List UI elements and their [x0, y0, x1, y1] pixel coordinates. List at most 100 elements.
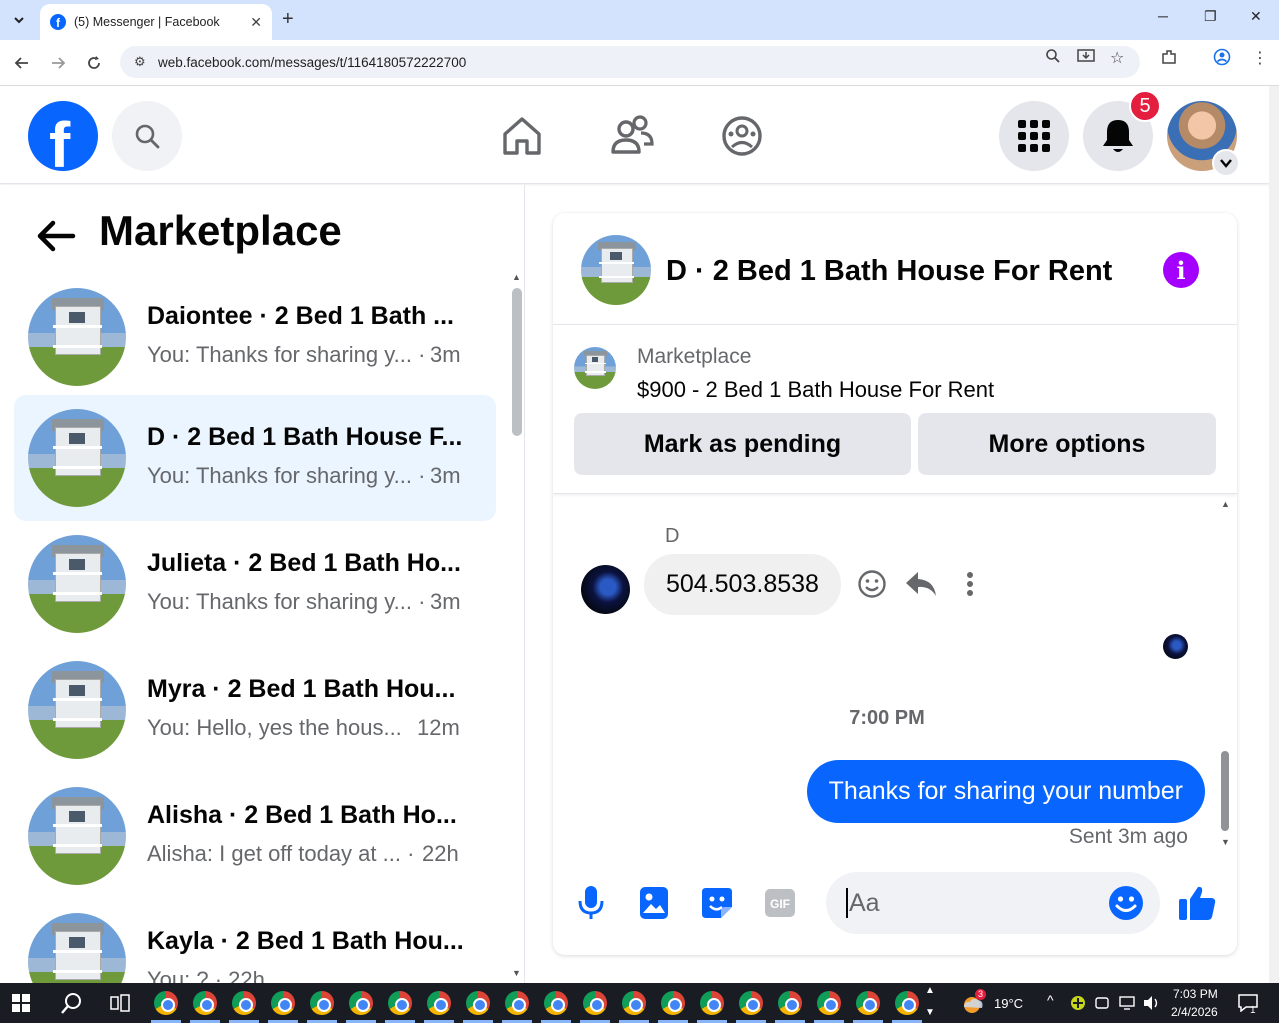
profile-icon[interactable] — [1213, 48, 1231, 71]
chrome-taskbar-icon[interactable] — [427, 991, 451, 1015]
scroll-up-arrow[interactable]: ▲ — [512, 272, 521, 282]
conversation-item[interactable]: D · 2 Bed 1 Bath House F... You: Thanks f… — [14, 395, 496, 521]
menu-button[interactable] — [999, 101, 1069, 171]
emoji-icon[interactable] — [1108, 885, 1144, 921]
browser-tab-messenger[interactable]: f (5) Messenger | Facebook ✕ — [40, 4, 272, 40]
chrome-taskbar-icon[interactable] — [856, 991, 880, 1015]
minimize-button[interactable]: ─ — [1158, 8, 1168, 24]
chrome-taskbar-icon[interactable] — [700, 991, 724, 1015]
bookmark-star-icon[interactable]: ☆ — [1110, 48, 1124, 68]
tab-close-icon[interactable]: ✕ — [250, 14, 262, 31]
chrome-taskbar-icon[interactable] — [895, 991, 919, 1015]
search-icon[interactable] — [61, 992, 83, 1014]
forward-button[interactable] — [47, 52, 69, 74]
voice-clip-button[interactable] — [571, 883, 611, 923]
restore-button[interactable]: ❐ — [1204, 8, 1217, 25]
temperature[interactable]: 19°C — [994, 996, 1023, 1011]
conversation-name: Julieta · 2 Bed 1 Bath Ho... — [147, 549, 461, 577]
chrome-taskbar-icon[interactable] — [154, 991, 178, 1015]
chrome-taskbar-icon[interactable] — [505, 991, 529, 1015]
chrome-taskbar-icon[interactable] — [232, 991, 256, 1015]
chat-avatar[interactable] — [581, 235, 651, 305]
chrome-taskbar-icon[interactable] — [193, 991, 217, 1015]
notification-badge: 5 — [1129, 90, 1161, 122]
more-options-button[interactable]: More options — [918, 413, 1216, 475]
chrome-taskbar-icon[interactable] — [661, 991, 685, 1015]
thread-scroll-down-arrow[interactable]: ▼ — [1221, 837, 1230, 847]
groups-nav-button[interactable] — [720, 114, 764, 158]
chrome-taskbar-icon[interactable] — [310, 991, 334, 1015]
windows-start-icon[interactable] — [12, 994, 30, 1012]
thread-scrollbar[interactable] — [1221, 751, 1229, 831]
volume-icon[interactable] — [1142, 994, 1160, 1012]
thread-scroll-up-arrow[interactable]: ▲ — [1221, 499, 1230, 509]
conversation-item[interactable]: Myra · 2 Bed 1 Bath Hou... You: Hello, ye… — [14, 647, 496, 773]
arrow-left-icon — [37, 220, 76, 252]
task-view-icon[interactable] — [110, 994, 130, 1012]
home-nav-button[interactable] — [500, 114, 544, 158]
tray-app-icon[interactable] — [1070, 995, 1086, 1011]
chrome-taskbar-icon[interactable] — [466, 991, 490, 1015]
close-window-button[interactable]: ✕ — [1250, 8, 1262, 25]
search-icon — [135, 124, 160, 149]
conversation-list-scrollbar[interactable] — [512, 288, 522, 436]
chrome-taskbar-icon[interactable] — [622, 991, 646, 1015]
page-scrollbar[interactable] — [1269, 86, 1279, 983]
back-arrow-button[interactable] — [36, 218, 76, 254]
outgoing-message-bubble[interactable]: Thanks for sharing your number — [806, 760, 1205, 823]
scroll-down-arrow[interactable]: ▼ — [512, 968, 521, 978]
search-button[interactable] — [112, 101, 182, 171]
friends-icon — [611, 115, 654, 154]
browser-menu-icon[interactable]: ⋮ — [1252, 48, 1268, 68]
listing-title[interactable]: $900 - 2 Bed 1 Bath House For Rent — [637, 377, 994, 403]
meet-now-icon[interactable] — [1095, 995, 1109, 1011]
chrome-taskbar-icon[interactable] — [544, 991, 568, 1015]
attach-photo-button[interactable] — [634, 883, 674, 923]
extensions-icon[interactable] — [1160, 48, 1178, 71]
chrome-taskbar-icon[interactable] — [349, 991, 373, 1015]
incoming-message-bubble[interactable]: 504.503.8538 — [644, 554, 841, 615]
message-more-button[interactable] — [953, 567, 987, 601]
sticker-icon — [702, 888, 732, 918]
friends-nav-button[interactable] — [610, 114, 654, 158]
mark-as-pending-button[interactable]: Mark as pending — [574, 413, 911, 475]
chat-title[interactable]: D · 2 Bed 1 Bath House For Rent — [666, 255, 1112, 288]
chrome-taskbar-icon[interactable] — [271, 991, 295, 1015]
taskbar-scroll-up-icon[interactable]: ▲ — [925, 985, 935, 996]
chat-header: D · 2 Bed 1 Bath House For Rent i — [553, 213, 1237, 325]
listing-thumbnail[interactable] — [574, 347, 616, 389]
back-button[interactable] — [11, 52, 33, 74]
zoom-icon[interactable] — [1045, 48, 1061, 69]
account-menu-button[interactable] — [1212, 149, 1240, 177]
gif-button[interactable]: GIF — [760, 883, 800, 923]
site-settings-icon[interactable]: ⚙ — [134, 54, 154, 70]
reload-button[interactable] — [83, 52, 105, 74]
chrome-taskbar-icon[interactable] — [388, 991, 412, 1015]
info-icon[interactable]: i — [1163, 252, 1199, 288]
clock-time[interactable]: 7:03 PM — [1173, 987, 1218, 1001]
sender-avatar[interactable] — [581, 565, 630, 614]
conversation-item[interactable]: Kayla · 2 Bed 1 Bath Hou... You: ? · 22h — [14, 899, 496, 983]
conversation-item[interactable]: Daiontee · 2 Bed 1 Bath ... You: Thanks f… — [14, 274, 496, 400]
react-button[interactable] — [855, 567, 889, 601]
address-bar[interactable]: ⚙ web.facebook.com/messages/t/1164180572… — [120, 46, 1140, 78]
sticker-button[interactable] — [697, 883, 737, 923]
new-tab-button[interactable]: + — [282, 8, 294, 30]
chrome-taskbar-icon[interactable] — [583, 991, 607, 1015]
install-app-icon[interactable] — [1077, 48, 1095, 69]
tab-search-button[interactable] — [6, 7, 32, 33]
reply-button[interactable] — [904, 567, 938, 601]
clock-date[interactable]: 2/4/2026 — [1171, 1005, 1218, 1019]
facebook-logo-icon[interactable]: f — [28, 101, 98, 171]
send-like-button[interactable] — [1177, 883, 1217, 923]
sender-name: D — [665, 525, 680, 547]
chrome-taskbar-icon[interactable] — [817, 991, 841, 1015]
taskbar-scroll-down-icon[interactable]: ▼ — [925, 1007, 935, 1018]
chrome-taskbar-icon[interactable] — [739, 991, 763, 1015]
conversation-item[interactable]: Alisha · 2 Bed 1 Bath Ho... Alisha: I get… — [14, 773, 496, 899]
chrome-taskbar-icon[interactable] — [778, 991, 802, 1015]
network-icon[interactable] — [1118, 995, 1136, 1011]
message-input[interactable]: Aa — [826, 872, 1160, 934]
conversation-item[interactable]: Julieta · 2 Bed 1 Bath Ho... You: Thanks … — [14, 521, 496, 647]
show-hidden-icons-icon[interactable]: ^ — [1047, 992, 1054, 1008]
